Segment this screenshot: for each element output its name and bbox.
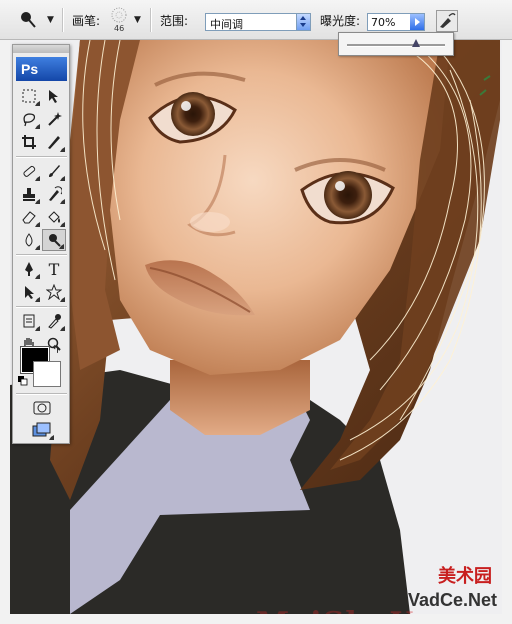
exposure-slider-popup — [338, 32, 454, 56]
notes-tool-icon[interactable] — [17, 310, 41, 332]
path-selection-tool-icon[interactable] — [17, 281, 41, 303]
range-select-value: 中间调 — [210, 18, 243, 31]
exposure-value: 70% — [371, 16, 396, 29]
marquee-tool-icon[interactable] — [17, 85, 41, 107]
pen-tool-icon[interactable] — [17, 258, 41, 280]
watermark-sub: VadCe.Net — [408, 590, 498, 610]
screen-mode-icon[interactable] — [29, 419, 55, 441]
brush-tool-icon[interactable] — [42, 160, 66, 182]
document-canvas[interactable]: MeiShuYuan.com 美术园 VadCe.Net — [10, 40, 502, 614]
airbrush-icon[interactable] — [436, 10, 458, 32]
clone-stamp-tool-icon[interactable] — [17, 183, 41, 205]
tools-panel: Ps T ↰ — [12, 44, 70, 444]
exposure-label: 曝光度: — [320, 14, 361, 28]
brush-picker-dropdown-icon[interactable]: ▼ — [134, 15, 141, 25]
dodge-tool-icon[interactable] — [18, 10, 40, 30]
background-color-swatch[interactable] — [33, 361, 61, 387]
range-label: 范围: — [160, 14, 189, 28]
range-select-arrows-icon[interactable] — [296, 14, 310, 30]
healing-brush-tool-icon[interactable] — [17, 160, 41, 182]
range-select[interactable]: 中间调 — [205, 13, 311, 31]
lasso-tool-icon[interactable] — [17, 108, 41, 130]
history-brush-tool-icon[interactable] — [42, 183, 66, 205]
photoshop-logo[interactable]: Ps — [16, 57, 67, 81]
slice-tool-icon[interactable] — [42, 131, 66, 153]
swap-colors-icon[interactable]: ↰ — [51, 343, 60, 356]
quick-mask-mode-icon[interactable] — [29, 397, 55, 419]
type-tool-icon[interactable]: T — [42, 258, 66, 280]
paint-bucket-tool-icon[interactable] — [42, 206, 66, 228]
watermark-site-cn: 美术园 — [438, 566, 492, 587]
default-colors-icon[interactable] — [18, 375, 28, 386]
magic-wand-tool-icon[interactable] — [42, 108, 66, 130]
eraser-tool-icon[interactable] — [17, 206, 41, 228]
tools-panel-grip[interactable] — [13, 45, 69, 53]
exposure-slider-track[interactable] — [347, 44, 445, 47]
crop-tool-icon[interactable] — [17, 131, 41, 153]
tool-preset-dropdown-icon[interactable]: ▼ — [47, 15, 54, 25]
brush-size-value: 46 — [114, 24, 125, 33]
exposure-slider-thumb[interactable] — [411, 39, 420, 48]
exposure-slider-toggle-icon[interactable] — [410, 14, 424, 30]
painting — [10, 40, 502, 614]
move-tool-icon[interactable] — [42, 85, 66, 107]
blur-tool-icon[interactable] — [17, 229, 41, 251]
exposure-field[interactable]: 70% — [367, 13, 425, 31]
custom-shape-tool-icon[interactable] — [42, 281, 66, 303]
eyedropper-tool-icon[interactable] — [42, 310, 66, 332]
brush-label: 画笔: — [72, 14, 101, 28]
dodge-tool-icon-selected[interactable] — [42, 229, 66, 251]
